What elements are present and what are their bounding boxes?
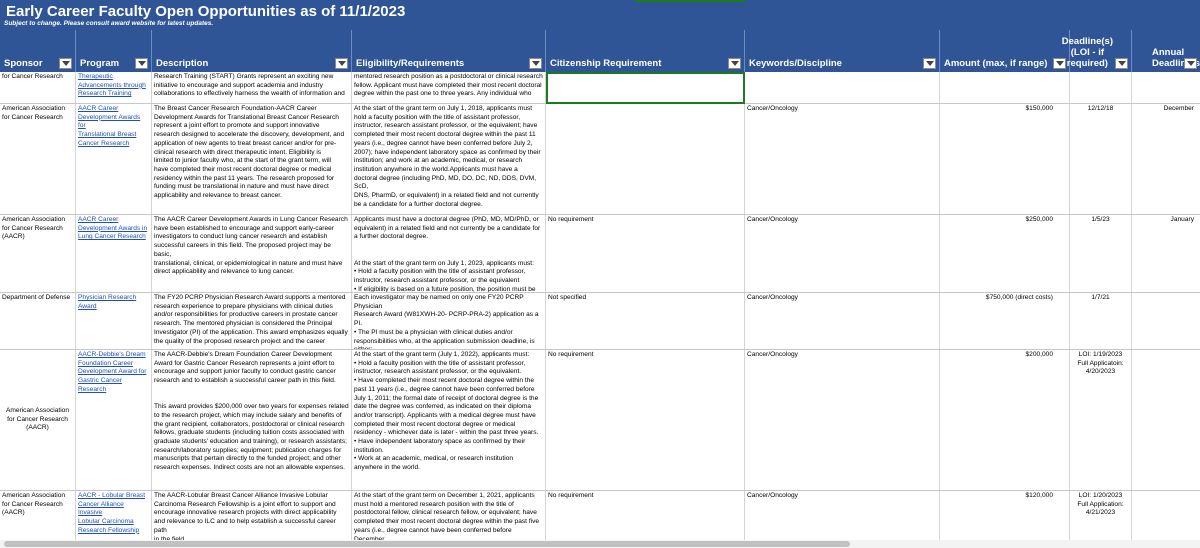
sheet-title: Early Career Faculty Open Opportunities … bbox=[6, 3, 406, 20]
column-header-label: Keywords/Discipline bbox=[749, 58, 842, 69]
table-row[interactable]: for Cancer Research Therapeutic Advancem… bbox=[0, 72, 1200, 104]
annual-deadline-cell[interactable]: December bbox=[1132, 104, 1200, 214]
annual-deadline-cell[interactable] bbox=[1132, 72, 1200, 103]
table-row[interactable]: American Association for Cancer Research… bbox=[0, 350, 1200, 491]
eligibility-cell[interactable]: mentored research position as a postdoct… bbox=[352, 72, 546, 103]
filter-dropdown-icon[interactable] bbox=[728, 58, 741, 69]
column-header-label: Program bbox=[80, 58, 120, 69]
column-header-label: Sponsor bbox=[4, 58, 43, 69]
eligibility-cell[interactable]: Applicants must have a doctoral degree (… bbox=[352, 215, 546, 292]
annual-deadline-cell[interactable] bbox=[1132, 350, 1200, 490]
deadline-cell[interactable]: 12/12/18 bbox=[1070, 104, 1132, 214]
sponsor-cell[interactable]: for Cancer Research bbox=[0, 72, 76, 103]
horizontal-scrollbar[interactable] bbox=[0, 540, 1200, 548]
description-cell[interactable]: The Breast Cancer Research Foundation-AA… bbox=[152, 104, 352, 214]
column-header-description[interactable]: Description bbox=[152, 30, 352, 72]
program-link[interactable]: Therapeutic Advancements through Researc… bbox=[78, 73, 149, 99]
citizenship-cell[interactable]: No requirement bbox=[546, 215, 745, 292]
column-header-sponsor[interactable]: Sponsor bbox=[0, 30, 76, 72]
sponsor-cell[interactable]: American Association for Cancer Research… bbox=[0, 215, 76, 292]
sponsor-cell[interactable]: American Association for Cancer Research… bbox=[0, 350, 76, 490]
deadline-cell[interactable] bbox=[1070, 72, 1132, 103]
amount-cell[interactable]: $250,000 bbox=[940, 215, 1070, 292]
filter-dropdown-icon[interactable] bbox=[529, 58, 542, 69]
program-link-cell[interactable]: AACR Career Development Awards in Lung C… bbox=[76, 215, 152, 292]
filter-dropdown-icon[interactable] bbox=[135, 58, 148, 69]
description-cell[interactable]: Research Training (START) Grants represe… bbox=[152, 72, 352, 103]
filter-dropdown-icon[interactable] bbox=[923, 58, 936, 69]
column-header-label: Eligibility/Requirements bbox=[356, 58, 465, 69]
table-header-row: Sponsor Program Description Eligibility/… bbox=[0, 30, 1200, 72]
program-link[interactable]: AACR-Debbie's Dream Foundation Career De… bbox=[78, 351, 149, 395]
eligibility-cell[interactable]: At the start of the grant term on July 1… bbox=[352, 104, 546, 214]
keywords-cell[interactable]: Cancer/Oncology bbox=[745, 350, 940, 490]
eligibility-cell[interactable]: Each investigator may be named on only o… bbox=[352, 293, 546, 349]
column-header-citizenship[interactable]: Citizenship Requirement bbox=[546, 30, 745, 72]
table-row[interactable]: American Association for Cancer Research… bbox=[0, 104, 1200, 215]
citizenship-cell[interactable]: No requirement bbox=[546, 350, 745, 490]
program-link[interactable]: AACR Career Development Awards in Lung C… bbox=[78, 216, 149, 242]
deadline-cell[interactable]: 1/5/23 bbox=[1070, 215, 1132, 292]
column-header-keywords[interactable]: Keywords/Discipline bbox=[745, 30, 940, 72]
citizenship-cell[interactable] bbox=[546, 72, 745, 103]
program-link[interactable]: Physician Research Award bbox=[78, 294, 149, 311]
sheet-title-bar: Early Career Faculty Open Opportunities … bbox=[0, 0, 1200, 30]
column-header-annual[interactable]: Annual Deadline(s bbox=[1132, 30, 1200, 72]
deadline-cell[interactable]: 1/7/21 bbox=[1070, 293, 1132, 349]
selection-top-indicator bbox=[635, 0, 745, 2]
column-header-eligibility[interactable]: Eligibility/Requirements bbox=[352, 30, 546, 72]
annual-deadline-cell[interactable]: January bbox=[1132, 215, 1200, 292]
keywords-cell[interactable]: Cancer/Oncology bbox=[745, 104, 940, 214]
citizenship-cell[interactable] bbox=[546, 104, 745, 214]
column-header-amount[interactable]: Amount (max, if range) bbox=[940, 30, 1070, 72]
amount-cell[interactable]: $750,000 (direct costs) bbox=[940, 293, 1070, 349]
amount-cell[interactable]: $200,000 bbox=[940, 350, 1070, 490]
sponsor-cell[interactable]: American Association for Cancer Research bbox=[0, 104, 76, 214]
citizenship-cell[interactable]: Not specified bbox=[546, 293, 745, 349]
program-link[interactable]: AACR Career Development Awards for Trans… bbox=[78, 105, 149, 149]
table-row[interactable]: Department of Defense Physician Research… bbox=[0, 293, 1200, 350]
description-cell[interactable]: The AACR Career Development Awards in Lu… bbox=[152, 215, 352, 292]
keywords-cell[interactable]: Cancer/Oncology bbox=[745, 215, 940, 292]
eligibility-cell[interactable]: At the start of the grant term (July 1, … bbox=[352, 350, 546, 490]
column-header-label: Description bbox=[156, 58, 209, 69]
column-header-label: Deadline(s) (LOI - if required) bbox=[1061, 36, 1113, 69]
program-link-cell[interactable]: AACR Career Development Awards for Trans… bbox=[76, 104, 152, 214]
table-row[interactable]: American Association for Cancer Research… bbox=[0, 215, 1200, 293]
program-link[interactable]: AACR - Lobular Breast Cancer Alliance In… bbox=[78, 492, 149, 536]
keywords-cell[interactable] bbox=[745, 72, 940, 103]
table-body: for Cancer Research Therapeutic Advancem… bbox=[0, 72, 1200, 548]
filter-dropdown-icon[interactable] bbox=[1184, 58, 1197, 69]
sponsor-cell[interactable]: Department of Defense bbox=[0, 293, 76, 349]
sort-filter-icon[interactable] bbox=[1115, 58, 1128, 69]
program-link-cell[interactable]: Therapeutic Advancements through Researc… bbox=[76, 72, 152, 103]
description-cell[interactable]: The FY20 PCRP Physician Research Award s… bbox=[152, 293, 352, 349]
sheet-subtitle: Subject to change. Please consult award … bbox=[4, 20, 214, 27]
scrollbar-thumb[interactable] bbox=[4, 541, 850, 547]
column-header-deadline[interactable]: Deadline(s) (LOI - if required) bbox=[1062, 30, 1132, 72]
program-link-cell[interactable]: Physician Research Award bbox=[76, 293, 152, 349]
column-header-label: Amount (max, if range) bbox=[944, 58, 1048, 69]
deadline-cell[interactable]: LOI: 1/19/2023 Full Applicatoin: 4/20/20… bbox=[1070, 350, 1132, 490]
keywords-cell[interactable]: Cancer/Oncology bbox=[745, 293, 940, 349]
filter-dropdown-icon[interactable] bbox=[335, 58, 348, 69]
description-cell[interactable]: The AACR-Debbie's Dream Foundation Caree… bbox=[152, 350, 352, 490]
filter-dropdown-icon[interactable] bbox=[59, 58, 72, 69]
column-header-program[interactable]: Program bbox=[76, 30, 152, 72]
amount-cell[interactable] bbox=[940, 72, 1070, 103]
program-link-cell[interactable]: AACR-Debbie's Dream Foundation Career De… bbox=[76, 350, 152, 490]
column-header-label: Citizenship Requirement bbox=[550, 58, 662, 69]
amount-cell[interactable]: $150,000 bbox=[940, 104, 1070, 214]
annual-deadline-cell[interactable] bbox=[1132, 293, 1200, 349]
